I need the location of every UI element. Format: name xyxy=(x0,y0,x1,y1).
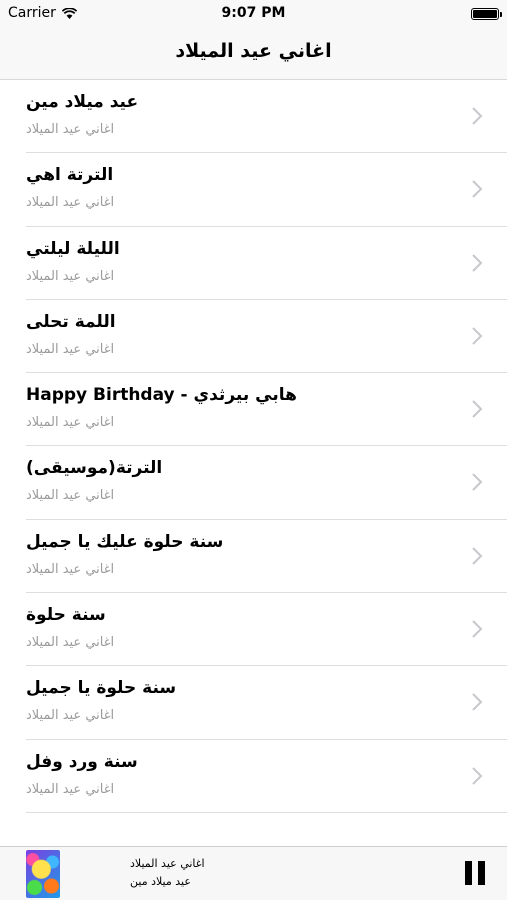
song-title: الترتة(موسيقى) xyxy=(26,458,163,479)
list-item[interactable]: الليلة ليلتي اغاني عيد الميلاد xyxy=(0,227,507,301)
now-playing-info: اغاني عيد الميلاد عيد ميلاد مين xyxy=(130,855,205,891)
song-title: الترتة اهي xyxy=(26,165,114,186)
list-item[interactable]: سنة ورد وفل اغاني عيد الميلاد xyxy=(0,740,507,814)
song-subtitle: اغاني عيد الميلاد xyxy=(26,635,115,651)
list-item[interactable]: الترتة(موسيقى) اغاني عيد الميلاد xyxy=(0,446,507,521)
chevron-right-icon xyxy=(472,766,483,785)
list-item[interactable]: عيد ميلاد مين اغاني عيد الميلاد xyxy=(0,80,507,154)
song-title: سنة حلوة عليك يا جميل xyxy=(26,531,224,552)
pause-icon[interactable] xyxy=(465,861,485,885)
song-subtitle: اغاني عيد الميلاد xyxy=(26,122,115,137)
song-subtitle: اغاني عيد الميلاد xyxy=(26,195,115,211)
battery-icon xyxy=(471,8,502,20)
list-item[interactable]: Happy Birthday - هابي بيرثدي اغاني عيد ا… xyxy=(0,373,507,447)
list-item[interactable]: سنة حلوة يا جميل اغاني عيد الميلاد xyxy=(0,666,507,740)
list-item[interactable]: اللمة تحلى اغاني عيد الميلاد xyxy=(0,300,507,374)
now-playing-bar[interactable]: اغاني عيد الميلاد عيد ميلاد مين xyxy=(0,846,507,900)
status-time: 9:07 PM xyxy=(221,5,286,21)
chevron-right-icon xyxy=(472,180,483,199)
chevron-right-icon xyxy=(472,400,483,418)
now-playing-track: عيد ميلاد مين xyxy=(130,875,191,888)
status-bar: Carrier 9:07 PM xyxy=(0,0,507,28)
song-subtitle: اغاني عيد الميلاد xyxy=(26,488,115,504)
navigation-bar: اغاني عيد الميلاد xyxy=(0,28,507,80)
song-subtitle: اغاني عيد الميلاد xyxy=(26,708,115,724)
song-subtitle: اغاني عيد الميلاد xyxy=(26,561,115,577)
song-title: عيد ميلاد مين xyxy=(26,92,139,112)
chevron-right-icon xyxy=(472,253,483,272)
song-title: الليلة ليلتي xyxy=(26,238,120,259)
song-subtitle: اغاني عيد الميلاد xyxy=(26,268,115,284)
now-playing-album: اغاني عيد الميلاد xyxy=(130,857,205,870)
list-item[interactable]: سنة حلوة عليك يا جميل اغاني عيد الميلاد xyxy=(0,520,507,594)
chevron-right-icon xyxy=(472,473,483,492)
list-item[interactable]: سنة حلوة اغاني عيد الميلاد xyxy=(0,593,507,667)
chevron-right-icon xyxy=(472,693,483,712)
chevron-right-icon xyxy=(472,327,483,345)
song-subtitle: اغاني عيد الميلاد xyxy=(26,341,115,357)
song-title: Happy Birthday - هابي بيرثدي xyxy=(26,385,297,406)
song-subtitle: اغاني عيد الميلاد xyxy=(26,415,115,431)
album-artwork[interactable] xyxy=(26,850,60,898)
song-title: سنة حلوة يا جميل xyxy=(26,678,177,699)
page-title: اغاني عيد الميلاد xyxy=(175,40,332,62)
song-title: سنة حلوة xyxy=(26,605,106,626)
chevron-right-icon xyxy=(472,620,483,638)
chevron-right-icon xyxy=(472,547,483,565)
song-title: سنة ورد وفل xyxy=(26,751,138,772)
song-list: عيد ميلاد مين اغاني عيد الميلاد الترتة ا… xyxy=(0,80,507,814)
list-item[interactable]: الترتة اهي اغاني عيد الميلاد xyxy=(0,153,507,227)
song-subtitle: اغاني عيد الميلاد xyxy=(26,781,115,797)
song-title: اللمة تحلى xyxy=(26,311,116,332)
chevron-right-icon xyxy=(472,107,483,125)
